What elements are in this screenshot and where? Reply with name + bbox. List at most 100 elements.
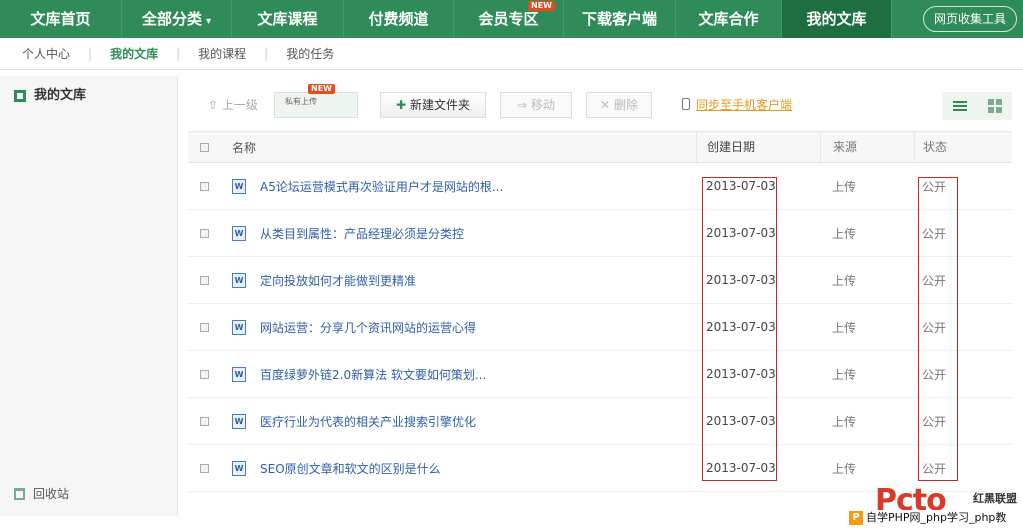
doc-title-link[interactable]: 从类目到属性：产品经理必须是分类控 xyxy=(260,225,464,242)
nav-member-zone-label: 会员专区 xyxy=(478,10,539,28)
nav-all-categories[interactable]: 全部分类 ▾ xyxy=(122,0,232,38)
table-row: W 百度绿萝外链2.0新算法 软文要如何策划... 2013-07-03 上传 公… xyxy=(188,351,1012,398)
nav-cooperation-label: 文库合作 xyxy=(698,10,759,28)
table-row: W 从类目到属性：产品经理必须是分类控 2013-07-03 上传 公开 xyxy=(188,210,1012,257)
doc-title-link[interactable]: SEO原创文章和软文的区别是什么 xyxy=(260,460,441,477)
nav-download-client[interactable]: 下载客户端 xyxy=(564,0,676,38)
doc-source: 上传 xyxy=(832,414,857,429)
sidebar-recycle-bin[interactable]: 回收站 xyxy=(14,485,69,502)
move-label: 移动 xyxy=(530,98,555,112)
word-doc-icon: W xyxy=(232,319,246,335)
arrow-right-icon: ⇒ xyxy=(517,98,528,112)
sync-mobile-link[interactable]: 同步至手机客户端 xyxy=(682,96,792,113)
sync-mobile-label: 同步至手机客户端 xyxy=(696,98,793,112)
delete-label: 删除 xyxy=(613,98,638,112)
table-row: W 医疗行业为代表的相关产业搜索引擎优化 2013-07-03 上传 公开 xyxy=(188,398,1012,445)
chevron-down-icon: ▾ xyxy=(205,16,212,27)
watermark-caption: 自学PHP网_php学习_php教 xyxy=(866,511,1007,524)
nav-home-label: 文库首页 xyxy=(30,10,91,28)
row-checkbox[interactable] xyxy=(200,228,209,238)
new-folder-button[interactable]: ✚ 新建文件夹 xyxy=(380,92,486,118)
trash-icon xyxy=(14,487,25,500)
toolbar: ⇧ 上一级 私有上传 NEW ✚ 新建文件夹 ⇒ 移动 ✕ 删除 同步至手机客户端 xyxy=(188,84,1012,120)
subnav-separator: | xyxy=(88,46,93,61)
nav-courses[interactable]: 文库课程 xyxy=(232,0,344,38)
row-checkbox[interactable] xyxy=(200,275,209,285)
table-header: 名称 创建日期 来源 状态 xyxy=(188,131,1012,163)
row-checkbox[interactable] xyxy=(200,416,209,426)
nav-home[interactable]: 文库首页 xyxy=(0,0,122,38)
up-arrow-icon: ⇧ xyxy=(208,98,219,112)
word-doc-icon: W xyxy=(232,272,246,288)
nav-courses-label: 文库课程 xyxy=(257,10,318,28)
subnav-separator: | xyxy=(176,46,181,61)
status-column-highlight xyxy=(918,177,958,481)
grid-view-icon[interactable] xyxy=(987,99,1002,113)
doc-source: 上传 xyxy=(832,179,857,194)
list-view-icon[interactable] xyxy=(952,101,967,111)
private-upload-label: 私有上传 xyxy=(285,97,317,106)
nav-my-library[interactable]: 我的文库 xyxy=(782,0,892,38)
delete-button[interactable]: ✕ 删除 xyxy=(586,92,652,118)
doc-source: 上传 xyxy=(832,367,857,382)
word-doc-icon: W xyxy=(232,366,246,382)
watermark-text: P 自学PHP网_php学习_php教 xyxy=(849,510,1007,526)
header-date[interactable]: 创建日期 xyxy=(696,131,820,163)
subnav-my-library[interactable]: 我的文库 xyxy=(110,45,158,62)
sidebar-my-library-label: 我的文库 xyxy=(34,88,87,103)
new-folder-label: 新建文件夹 xyxy=(410,98,471,112)
word-doc-icon: W xyxy=(232,225,246,241)
watermark: Pcto 红黑联盟 P 自学PHP网_php学习_php教 xyxy=(849,486,1019,526)
doc-source: 上传 xyxy=(832,461,857,476)
header-name: 名称 xyxy=(232,140,257,155)
nav-my-library-label: 我的文库 xyxy=(806,10,867,28)
view-toggle xyxy=(942,92,1012,120)
subnav-separator: | xyxy=(264,46,269,61)
phone-icon xyxy=(682,98,690,110)
sidebar: 我的文库 回收站 xyxy=(0,76,178,516)
date-column-highlight xyxy=(702,177,777,481)
doc-title-link[interactable]: 百度绿萝外链2.0新算法 软文要如何策划... xyxy=(260,366,486,383)
select-all-checkbox[interactable] xyxy=(200,142,209,152)
row-checkbox[interactable] xyxy=(200,369,209,379)
sidebar-my-library[interactable]: 我的文库 xyxy=(0,76,177,116)
doc-title-link[interactable]: 医疗行业为代表的相关产业搜索引擎优化 xyxy=(260,413,476,430)
header-status: 状态 xyxy=(914,131,1012,163)
table-row: W 定向投放如何才能做到更精准 2013-07-03 上传 公开 xyxy=(188,257,1012,304)
subnav-my-tasks[interactable]: 我的任务 xyxy=(286,45,334,62)
subnav-personal-center[interactable]: 个人中心 xyxy=(22,45,70,62)
nav-download-client-label: 下载客户端 xyxy=(581,10,657,28)
private-upload-button[interactable]: 私有上传 NEW xyxy=(274,84,358,118)
plus-icon: ✚ xyxy=(395,98,407,112)
row-checkbox[interactable] xyxy=(200,181,209,191)
table-row: W A5论坛运营模式再次验证用户才是网站的根... 2013-07-03 上传 公… xyxy=(188,163,1012,210)
word-doc-icon: W xyxy=(232,460,246,476)
word-doc-icon: W xyxy=(232,178,246,194)
row-checkbox[interactable] xyxy=(200,463,209,473)
table-row: W 网站运营：分享几个资讯网站的运营心得 2013-07-03 上传 公开 xyxy=(188,304,1012,351)
nav-cooperation[interactable]: 文库合作 xyxy=(676,0,782,38)
new-badge: NEW xyxy=(528,1,555,11)
library-icon xyxy=(14,90,26,102)
up-level-button[interactable]: ⇧ 上一级 xyxy=(208,96,258,113)
nav-all-categories-label: 全部分类 xyxy=(141,10,202,28)
new-badge: NEW xyxy=(308,84,335,94)
doc-title-link[interactable]: A5论坛运营模式再次验证用户才是网站的根... xyxy=(260,178,503,195)
doc-source: 上传 xyxy=(832,320,857,335)
nav-paid-channel-label: 付费频道 xyxy=(368,10,429,28)
subnav-my-courses[interactable]: 我的课程 xyxy=(198,45,246,62)
close-icon: ✕ xyxy=(600,98,611,112)
row-checkbox[interactable] xyxy=(200,322,209,332)
header-source: 来源 xyxy=(820,131,914,163)
doc-source: 上传 xyxy=(832,273,857,288)
doc-title-link[interactable]: 定向投放如何才能做到更精准 xyxy=(260,272,416,289)
doc-title-link[interactable]: 网站运营：分享几个资讯网站的运营心得 xyxy=(260,319,476,336)
php-logo-icon: P xyxy=(849,511,863,525)
nav-paid-channel[interactable]: 付费频道 xyxy=(344,0,454,38)
watermark-brand: 红黑联盟 xyxy=(973,492,1017,505)
word-doc-icon: W xyxy=(232,413,246,429)
top-nav: 文库首页 全部分类 ▾ 文库课程 付费频道 会员专区 NEW 下载客户端 文库合作 … xyxy=(0,0,1023,38)
web-collect-tool-button[interactable]: 网页收集工具 xyxy=(922,6,1017,32)
move-button[interactable]: ⇒ 移动 xyxy=(500,92,572,118)
nav-member-zone[interactable]: 会员专区 NEW xyxy=(454,0,564,38)
